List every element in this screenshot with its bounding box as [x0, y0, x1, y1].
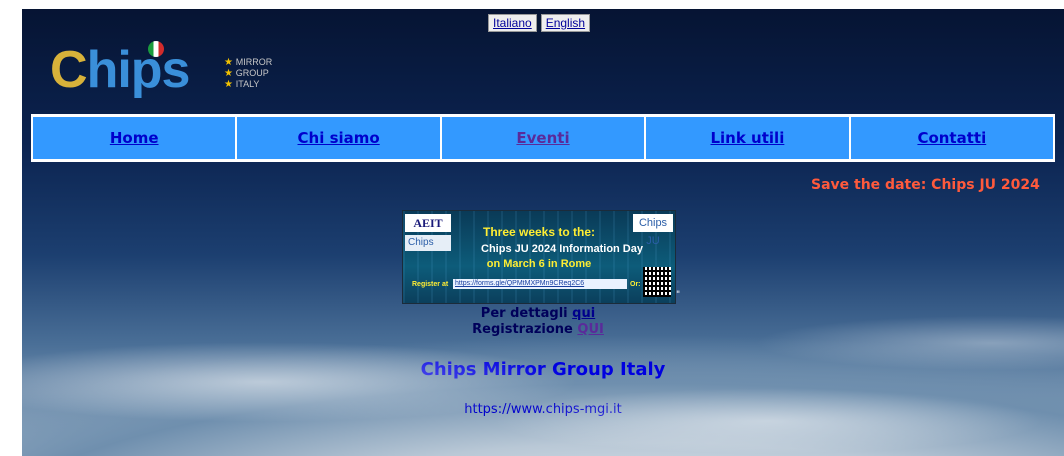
registration-label: Registrazione	[472, 322, 573, 337]
main-navigation: Home Chi siamo Eventi Link utili Contatt…	[31, 114, 1055, 162]
banner-trailing-quote: "	[676, 290, 681, 300]
event-banner[interactable]: AEIT Chips Chips JU Three weeks to the: …	[402, 210, 676, 304]
italian-language-button[interactable]: Italiano	[488, 14, 537, 32]
logo-tag-italy: ITALY	[224, 79, 272, 90]
details-label: Per dettagli	[480, 306, 568, 321]
banner-or-label: Or:	[630, 281, 641, 288]
banner-date-location: on March 6 in Rome	[486, 258, 592, 270]
language-switcher: Italiano English	[488, 14, 591, 32]
save-the-date-ticker: Save the date: Chips JU 2024	[811, 177, 1040, 193]
nav-item-contatti[interactable]: Contatti	[850, 117, 1054, 159]
nav-item-chi-siamo[interactable]: Chi siamo	[237, 117, 440, 159]
italian-flag-icon	[148, 41, 164, 57]
page-background: Italiano English Chips MIRROR GROUP ITAL…	[22, 9, 1064, 456]
banner-register-url[interactable]: https://forms.gle/QPMtMXPMn9CReq2C6	[453, 279, 627, 289]
logo-wordmark: Chips	[50, 41, 190, 99]
event-details: Per dettagli qui Registrazione QUI	[402, 306, 674, 338]
banner-register-label: Register at	[412, 281, 449, 288]
logo-tag-group: GROUP	[224, 68, 272, 79]
english-language-button[interactable]: English	[540, 14, 591, 32]
logo-tagline: MIRROR GROUP ITALY	[224, 57, 273, 90]
logo-tag-mirror: MIRROR	[224, 57, 273, 68]
nav-item-eventi[interactable]: Eventi	[441, 117, 645, 159]
details-qui-link[interactable]: qui	[572, 306, 595, 321]
registration-qui-link[interactable]: QUI	[577, 322, 603, 337]
chips-logo[interactable]: Chips MIRROR GROUP ITALY	[50, 39, 290, 109]
nav-item-home[interactable]: Home	[33, 117, 236, 159]
qr-code-icon	[643, 267, 671, 297]
banner-headline: Three weeks to the:	[482, 225, 596, 239]
site-url: https://www.chips-mgi.it	[464, 402, 622, 417]
site-title: Chips Mirror Group Italy	[420, 359, 666, 380]
nav-item-link-utili[interactable]: Link utili	[646, 117, 849, 159]
banner-event-name: Chips JU 2024 Information Day	[481, 243, 643, 255]
